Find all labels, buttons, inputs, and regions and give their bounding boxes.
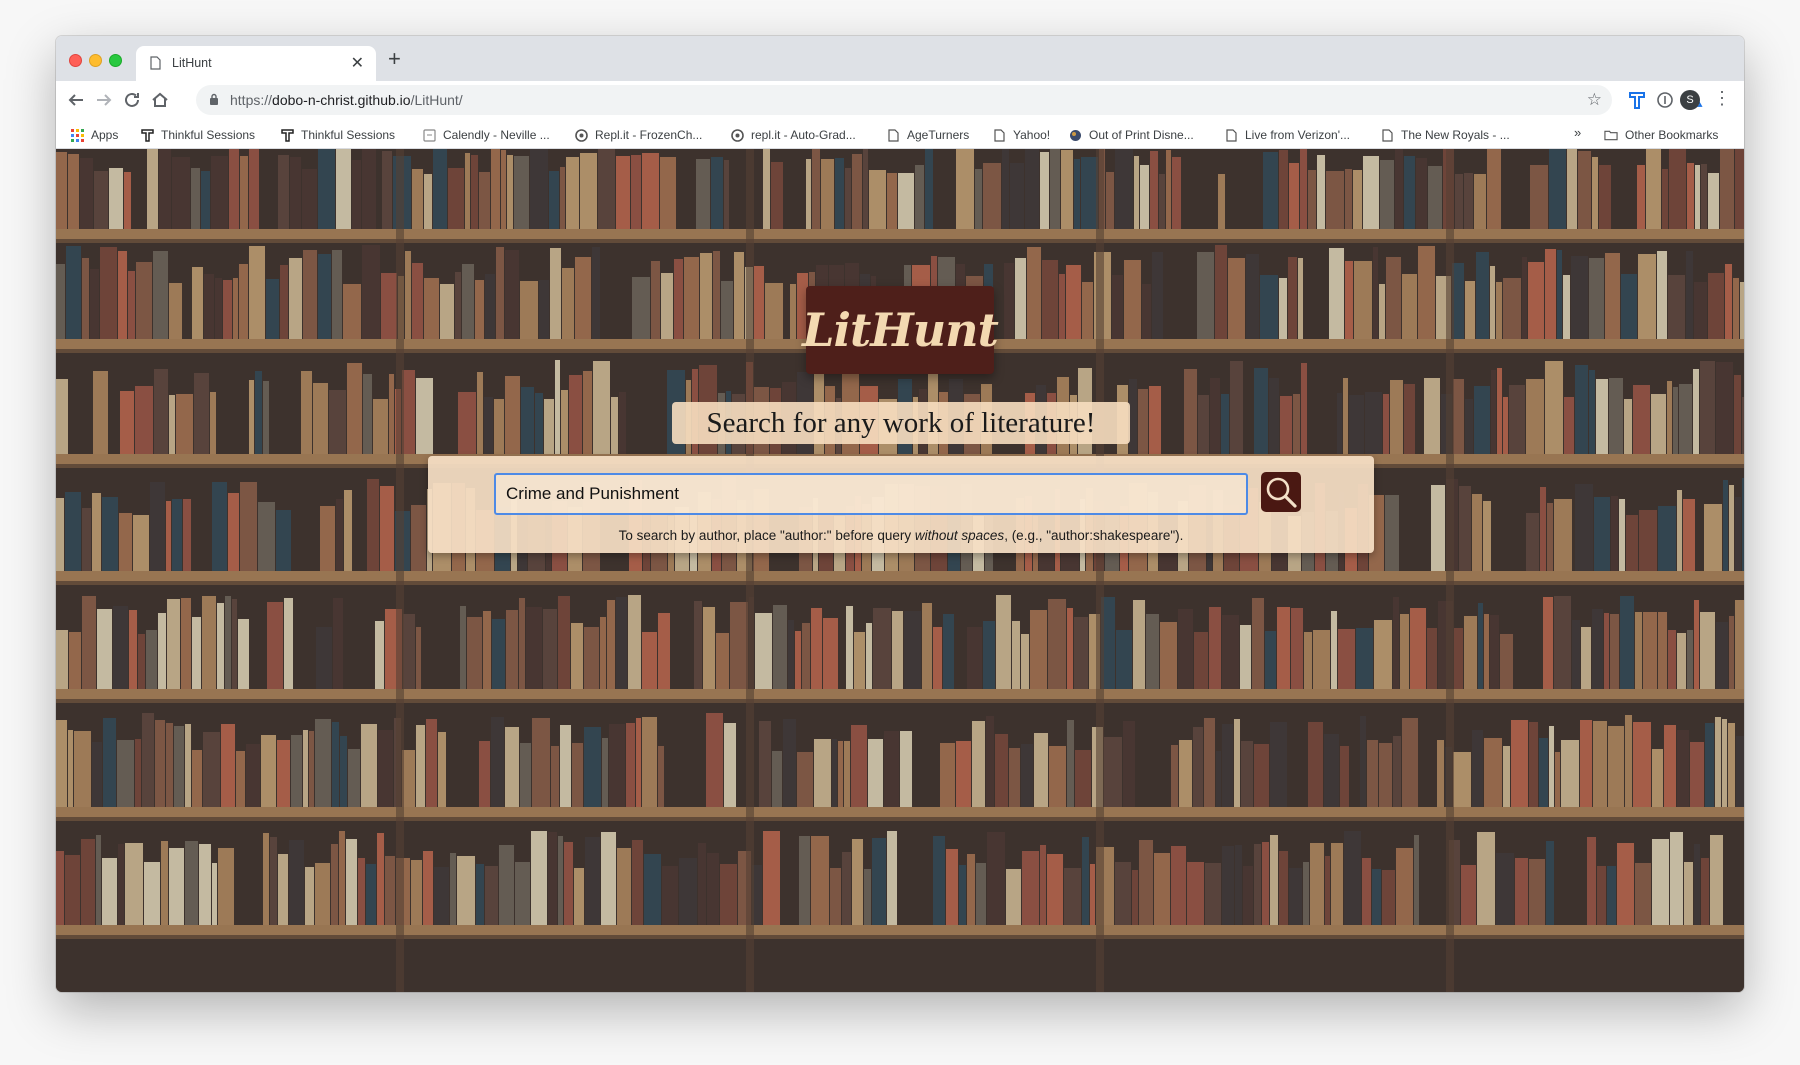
calendly-icon	[422, 128, 436, 142]
browser-window: LitHunt ✕ + https://dobo-n-christ.github…	[56, 36, 1744, 992]
thinkful-icon	[140, 128, 154, 142]
page-icon	[1224, 128, 1238, 142]
bookmark-verizon[interactable]: Live from Verizon'...	[1224, 126, 1350, 144]
folder-icon	[1604, 128, 1618, 142]
bookmark-new-royals[interactable]: The New Royals - ...	[1380, 126, 1510, 144]
page-viewport: LitHunt Search for any work of literatur…	[56, 149, 1744, 992]
tagline: Search for any work of literature!	[672, 402, 1130, 444]
address-bar[interactable]: https://dobo-n-christ.github.io/LitHunt/…	[196, 85, 1612, 115]
home-icon	[152, 92, 168, 107]
page-icon	[1380, 128, 1394, 142]
thinkful-extension-icon[interactable]	[1626, 89, 1648, 111]
disney-icon	[1068, 128, 1082, 142]
home-button[interactable]	[148, 88, 172, 112]
page-icon	[150, 56, 161, 75]
lock-icon	[209, 93, 219, 111]
apps-grid-icon	[70, 128, 84, 142]
other-bookmarks[interactable]: Other Bookmarks	[1604, 126, 1718, 144]
page-icon	[992, 128, 1006, 142]
bookmark-thinkful-1[interactable]: Thinkful Sessions	[140, 126, 255, 144]
close-window-button[interactable]	[69, 54, 82, 67]
bookmark-star-icon[interactable]: ☆	[1587, 90, 1602, 110]
arrow-right-icon	[97, 94, 112, 106]
bookmark-thinkful-2[interactable]: Thinkful Sessions	[280, 126, 395, 144]
bookmark-calendly[interactable]: Calendly - Neville ...	[422, 126, 550, 144]
search-panel: To search by author, place "author:" bef…	[428, 456, 1374, 553]
logo-text: LitHunt	[802, 303, 999, 357]
bookmark-apps[interactable]: Apps	[70, 126, 118, 144]
new-tab-button[interactable]: +	[388, 48, 401, 70]
profile-avatar[interactable]: S	[1680, 90, 1700, 110]
tab-strip: LitHunt ✕ +	[56, 36, 1744, 81]
replit-icon	[574, 128, 588, 142]
bookmark-ageturners[interactable]: AgeTurners	[886, 126, 969, 144]
bookmark-disney[interactable]: Out of Print Disne...	[1068, 126, 1194, 144]
bookmarks-bar: Apps Thinkful Sessions Thinkful Sessions…	[56, 119, 1744, 149]
reload-button[interactable]	[120, 88, 144, 112]
replit-icon	[730, 128, 744, 142]
browser-toolbar: https://dobo-n-christ.github.io/LitHunt/…	[56, 81, 1744, 119]
bookmark-yahoo[interactable]: Yahoo!	[992, 126, 1050, 144]
bookmark-replit-autograd[interactable]: repl.it - Auto-Grad...	[730, 126, 856, 144]
lithunt-logo: LitHunt	[802, 286, 999, 374]
arrow-left-icon	[68, 94, 83, 106]
search-button[interactable]	[1261, 472, 1301, 512]
tab-title: LitHunt	[172, 56, 212, 70]
search-hint: To search by author, place "author:" bef…	[618, 528, 1184, 543]
url-text: https://dobo-n-christ.github.io/LitHunt/	[230, 92, 463, 108]
maximize-window-button[interactable]	[109, 54, 122, 67]
magnifier-icon	[1266, 477, 1297, 508]
bookmarks-overflow-chevron[interactable]: »	[1574, 125, 1581, 140]
page-icon	[886, 128, 900, 142]
extension-circle-icon[interactable]	[1654, 89, 1676, 111]
reload-icon	[125, 92, 139, 107]
tab-lithunt[interactable]: LitHunt ✕	[136, 46, 376, 81]
search-input[interactable]	[494, 473, 1248, 515]
minimize-window-button[interactable]	[89, 54, 102, 67]
back-button[interactable]	[64, 88, 88, 112]
close-tab-icon[interactable]: ✕	[351, 53, 364, 73]
menu-kebab-icon[interactable]: ⋮	[1713, 88, 1731, 108]
bookmark-replit-frozen[interactable]: Repl.it - FrozenCh...	[574, 126, 702, 144]
forward-button[interactable]	[92, 88, 116, 112]
thinkful-icon	[280, 128, 294, 142]
